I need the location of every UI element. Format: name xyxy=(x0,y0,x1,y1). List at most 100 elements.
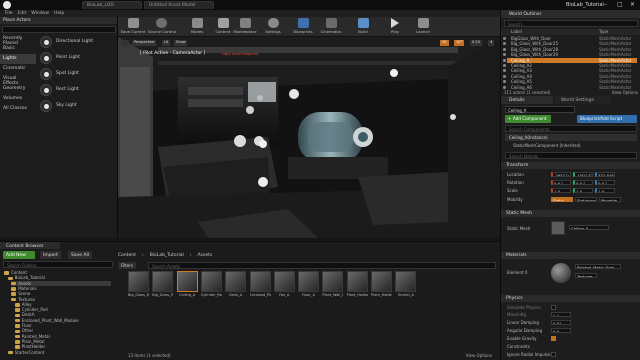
breadcrumb-biolab[interactable]: BioLab_Tutorial xyxy=(150,253,184,258)
category-cinematic[interactable]: Cinematic xyxy=(0,64,36,74)
minimize-button[interactable]: – xyxy=(604,1,607,8)
camera-speed-value[interactable]: 4 xyxy=(488,40,495,46)
grid-snap-value[interactable]: 10 xyxy=(440,40,449,46)
folder-tree-item[interactable]: Painted_Metal xyxy=(14,334,50,339)
launch-button[interactable]: Launch xyxy=(410,18,436,36)
place-actors-tab[interactable]: Place Actors xyxy=(0,17,117,24)
visibility-eye-icon[interactable] xyxy=(503,85,506,89)
folder-tree-item[interactable]: Materials xyxy=(11,286,37,291)
folder-tree-item[interactable]: Assets xyxy=(11,280,112,286)
outliner-col-label[interactable]: Label xyxy=(511,29,522,34)
folder-tree-item[interactable]: Scene xyxy=(11,291,30,296)
category-lights[interactable]: Lights xyxy=(0,54,36,64)
asset-tile[interactable]: Floor_A xyxy=(298,271,320,308)
visibility-eye-icon[interactable] xyxy=(503,37,506,40)
level-viewport[interactable]: Perspective Lit Show [ Pilot Active - Ca… xyxy=(118,37,500,238)
angle-snap-value[interactable]: 10° xyxy=(454,40,465,46)
marketplace-button[interactable]: Marketplace xyxy=(232,18,258,36)
breadcrumb-content[interactable]: Content xyxy=(118,253,136,258)
menu-help[interactable]: Help xyxy=(54,11,64,16)
cb-view-options[interactable]: View Options xyxy=(466,353,492,358)
breadcrumb-assets[interactable]: Assets xyxy=(198,253,213,258)
asset-tile[interactable]: Desk_A xyxy=(225,271,247,308)
transform-section-header[interactable]: Transform xyxy=(501,162,640,169)
build-button[interactable]: Build xyxy=(350,18,376,36)
play-button[interactable]: Play xyxy=(382,18,408,36)
details-search-input[interactable]: Search Details xyxy=(505,152,637,159)
lit-button[interactable]: Lit xyxy=(162,40,171,46)
mobility-static-option[interactable]: Static xyxy=(551,197,573,202)
folder-tree-item[interactable]: Floor xyxy=(14,323,32,328)
simulate-physics-checkbox[interactable] xyxy=(551,305,556,310)
rotation-x-field[interactable]: 0.0 ° xyxy=(551,180,571,185)
menu-file[interactable]: File xyxy=(5,11,13,16)
place-item-point-light[interactable]: Point Light xyxy=(38,51,116,65)
blueprint-add-script-button[interactable]: Blueprint/Add Script xyxy=(577,115,637,123)
outliner-view-options[interactable]: View Options xyxy=(612,90,638,95)
actor-name-field[interactable]: Ceiling_A xyxy=(505,106,575,113)
visibility-eye-icon[interactable] xyxy=(503,80,506,84)
save-all-button[interactable]: Save All xyxy=(68,251,93,259)
folder-tree-item[interactable]: Plain_Metal xyxy=(14,339,44,344)
materials-section-header[interactable]: Materials xyxy=(501,252,640,259)
category-all-classes[interactable]: All Classes xyxy=(0,104,36,114)
category-geometry[interactable]: Geometry xyxy=(0,84,36,94)
save-current-button[interactable]: Save Current xyxy=(120,18,146,36)
outliner-col-type[interactable]: Type xyxy=(599,29,608,34)
menu-window[interactable]: Window xyxy=(31,11,49,16)
static-mesh-picker[interactable]: Ceiling_A xyxy=(569,225,609,230)
rotation-z-field[interactable]: 0.0 ° xyxy=(595,180,615,185)
folder-tree-item[interactable]: Textures xyxy=(11,297,35,302)
category-visual-effects[interactable]: Visual Effects xyxy=(0,74,36,86)
viewport-options-button[interactable] xyxy=(121,40,129,46)
scale-y-field[interactable]: 1.0 xyxy=(573,188,593,193)
scale-snap-value[interactable]: 0.25 xyxy=(470,40,483,46)
place-item-spot-light[interactable]: Spot Light xyxy=(38,67,116,81)
filters-button[interactable]: Filters xyxy=(118,262,136,269)
asset-tile[interactable]: Fan_A xyxy=(273,271,295,308)
add-component-button[interactable]: + Add Component xyxy=(505,115,551,123)
blueprints-button[interactable]: Blueprints xyxy=(290,18,316,36)
ignore-radial-checkbox[interactable] xyxy=(551,352,556,357)
scale-z-field[interactable]: 1.0 xyxy=(595,188,615,193)
physics-section-header[interactable]: Physics xyxy=(501,295,640,302)
asset-tile[interactable]: Plant_Holder_A xyxy=(346,271,368,308)
folder-search-input[interactable]: Search Folders xyxy=(3,261,113,268)
place-item-sky-light[interactable]: Sky Light xyxy=(38,99,116,113)
location-z-field[interactable]: 332.979 xyxy=(595,172,615,177)
asset-tile[interactable]: Cylinder_Pod xyxy=(200,271,222,308)
visibility-eye-icon[interactable] xyxy=(503,64,506,67)
settings-button[interactable]: Settings xyxy=(260,18,286,36)
mobility-movable-option[interactable]: Movable xyxy=(599,197,621,202)
category-basic[interactable]: Basic xyxy=(0,44,36,54)
asset-tile[interactable]: Ceiling_A xyxy=(176,271,198,308)
place-item-rect-light[interactable]: Rect Light xyxy=(38,83,116,97)
mobility-stationary-option[interactable]: Stationary xyxy=(575,197,597,202)
doc-tab-2[interactable]: Untitled Asset Model xyxy=(144,1,214,9)
folder-tree-item[interactable]: Content xyxy=(4,270,27,275)
folder-tree-item[interactable]: DeskA xyxy=(14,312,34,317)
place-search-box[interactable] xyxy=(2,26,116,33)
visibility-eye-icon[interactable] xyxy=(503,69,506,73)
source-control-button[interactable]: Source Control xyxy=(148,18,176,36)
outliner-search-input[interactable]: Search... xyxy=(504,20,638,27)
linear-damping-field[interactable]: 0.01 xyxy=(551,320,571,325)
details-tab[interactable]: Details xyxy=(501,96,553,104)
visibility-eye-icon[interactable] xyxy=(503,42,506,46)
cinematics-button[interactable]: Cinematics xyxy=(318,18,344,36)
component-search-input[interactable]: Search Components xyxy=(505,125,637,132)
constraints-row[interactable]: Constraints xyxy=(501,343,640,350)
add-new-button[interactable]: Add New xyxy=(3,251,35,259)
material-picker[interactable]: Painted_Metal_Dark xyxy=(575,264,621,269)
visibility-eye-icon[interactable] xyxy=(503,47,506,51)
location-y-field[interactable]: -1507.52 xyxy=(573,172,593,177)
content-browser-tab[interactable]: Content Browser xyxy=(0,242,60,249)
asset-tile[interactable]: Screen_A xyxy=(395,271,417,308)
asset-search-input[interactable]: Search Assets xyxy=(148,262,496,269)
visibility-eye-icon[interactable] xyxy=(503,53,506,57)
folder-tree-item[interactable]: PlantHolder xyxy=(14,344,45,349)
place-item-directional-light[interactable]: Directional Light xyxy=(38,35,116,49)
angular-damping-field[interactable]: 0.0 xyxy=(551,328,571,333)
world-settings-tab[interactable]: World Settings xyxy=(555,96,611,104)
component-row-static-mesh[interactable]: StaticMeshComponent (Inherited) xyxy=(505,142,637,149)
